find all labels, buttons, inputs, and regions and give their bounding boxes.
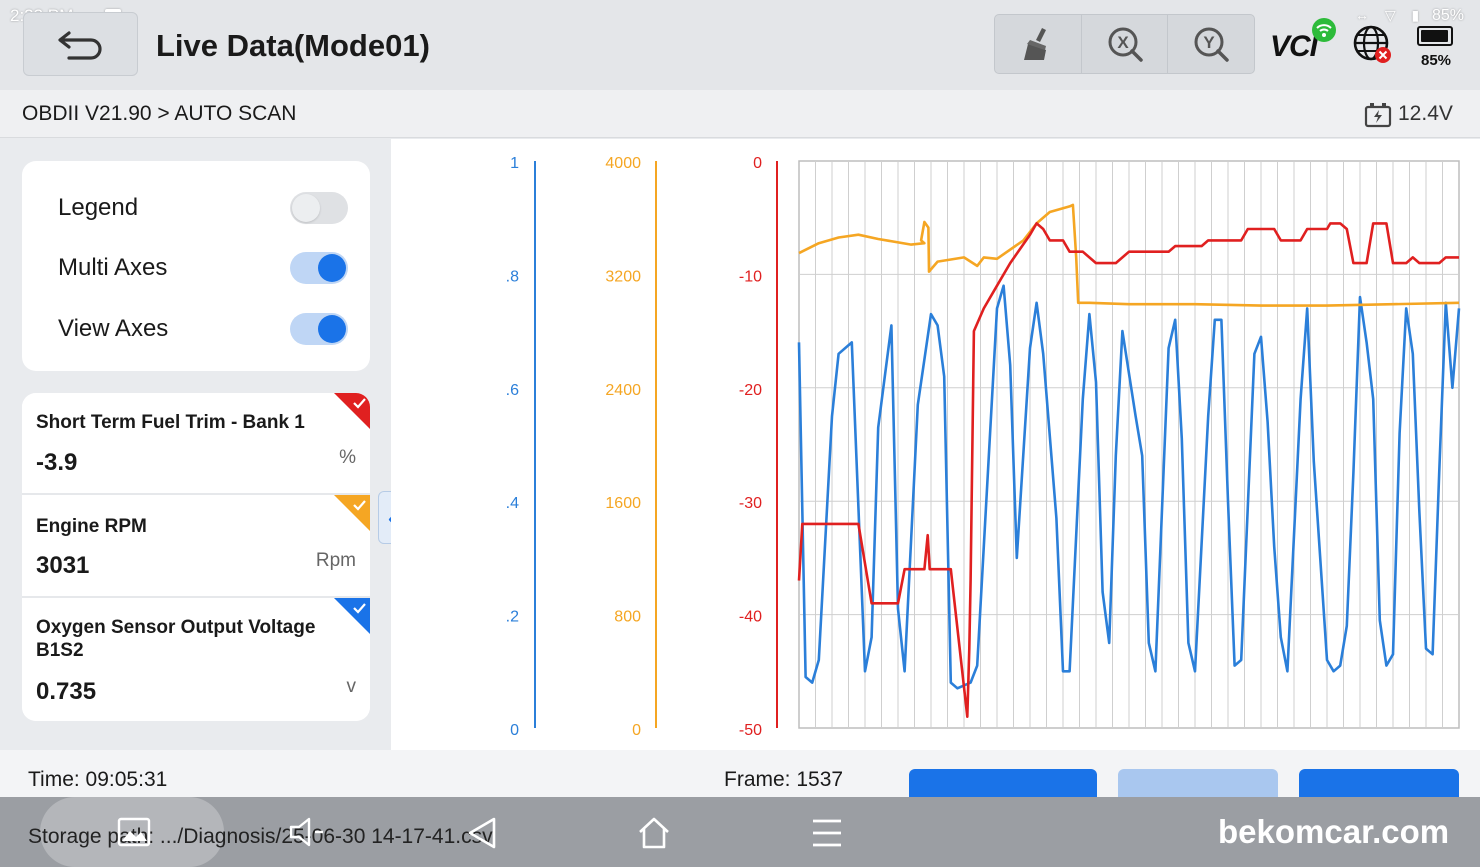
y-axis-tick-label: 4000 — [605, 155, 641, 172]
view-axes-toggle[interactable] — [290, 313, 348, 345]
y-axis-tick-label: .2 — [506, 609, 519, 626]
y-axis-tick-label: -50 — [739, 722, 762, 739]
y-axis-tick-label: -10 — [739, 268, 762, 285]
android-nav-bar: Storage path: .../Diagnosis/25-06-30 14-… — [0, 797, 1480, 867]
breadcrumb: OBDII V21.90 > AUTO SCAN — [22, 102, 297, 125]
chart-canvas[interactable]: 1 .8 .6 .4 .2 0 4000 3200 2400 1600 800 0 0 -10 -20 -30… — [391, 139, 1480, 750]
svg-text:X: X — [1117, 33, 1129, 52]
battery-voltage: 12.4V — [1398, 102, 1453, 125]
multi-axes-option: Multi Axes — [58, 248, 348, 288]
pid-list: Short Term Fuel Trim - Bank 1 -3.9 % Eng… — [22, 393, 370, 721]
series-color-check-icon — [334, 393, 370, 429]
site-watermark: bekomcar.com — [1218, 813, 1450, 850]
clear-button[interactable] — [995, 15, 1082, 73]
series-color-check-icon — [334, 598, 370, 634]
x-zoom-icon: X — [1108, 27, 1143, 62]
y-axis-tick-label: 1600 — [605, 495, 641, 512]
pid-value: 3031 — [36, 552, 90, 579]
pid-value: 0.735 — [36, 678, 97, 705]
y-zoom-icon: Y — [1194, 27, 1229, 62]
home-nav-icon[interactable] — [636, 815, 672, 851]
chart-options-card: Legend Multi Axes View Axes — [22, 161, 370, 371]
pid-name: Engine RPM — [36, 516, 147, 537]
footer-bar: Time: 09:05:31 Frame: 1537 — [0, 750, 1480, 809]
back-arrow-icon — [57, 31, 102, 60]
y-zoom-button[interactable]: Y — [1168, 15, 1254, 73]
pid-unit: Rpm — [315, 550, 356, 571]
elapsed-time: Time: 09:05:31 — [28, 768, 168, 791]
legend-option: Legend — [58, 188, 348, 228]
back-nav-icon[interactable] — [464, 815, 500, 851]
network-globe-icon[interactable] — [1352, 25, 1394, 70]
vci-wifi-icon — [1312, 18, 1336, 42]
y-axis-tick-label: 1 — [510, 155, 519, 172]
x-zoom-button[interactable]: X — [1082, 15, 1169, 73]
storage-path: Storage path: .../Diagnosis/25-06-30 14-… — [28, 825, 493, 848]
clear-brush-icon — [1023, 28, 1046, 60]
vci-connection-logo[interactable]: VCI — [1270, 30, 1318, 64]
multi-axes-label: Multi Axes — [58, 254, 168, 281]
back-button[interactable] — [23, 12, 138, 76]
top-bar: 2:23 PM Live Data(Mode01) X — [0, 0, 1480, 90]
frame-counter: Frame: 1537 — [724, 768, 844, 791]
status-battery: 85% — [1432, 7, 1465, 24]
pid-value: -3.9 — [36, 449, 78, 476]
battery-icon — [1417, 26, 1453, 46]
status-signal-icons: ↔ ▽ ▮ — [1355, 7, 1426, 23]
y-axis-tick-label: 0 — [632, 722, 641, 739]
volume-down-icon[interactable] — [287, 815, 327, 849]
battery-percent: 85% — [1421, 52, 1452, 69]
view-axes-option: View Axes — [58, 309, 348, 349]
screenshot-icon[interactable] — [116, 815, 152, 849]
y-axis-tick-label: 0 — [510, 722, 519, 739]
y-axis-tick-label: .4 — [506, 495, 519, 512]
pid-item-o2-sensor[interactable]: Oxygen Sensor Output Voltage B1S2 0.735 … — [22, 598, 370, 721]
breadcrumb-bar: OBDII V21.90 > AUTO SCAN 12.4V — [0, 90, 1480, 138]
y-axis-tick-label: 2400 — [605, 382, 641, 399]
y-axis-tick-label: 0 — [753, 155, 762, 172]
pid-item-engine-rpm[interactable]: Engine RPM 3031 Rpm — [22, 495, 370, 598]
legend-toggle[interactable] — [290, 192, 348, 224]
svg-text:Y: Y — [1204, 33, 1216, 52]
legend-label: Legend — [58, 194, 139, 221]
menu-nav-icon[interactable] — [810, 815, 844, 851]
view-axes-label: View Axes — [58, 315, 169, 342]
live-data-chart[interactable]: 1 .8 .6 .4 .2 0 4000 3200 2400 1600 800 0 0 -10 -20 -30… — [391, 139, 1480, 750]
y-axis-tick-label: 800 — [614, 609, 641, 626]
page-title: Live Data(Mode01) — [156, 28, 430, 63]
pid-name: Short Term Fuel Trim - Bank 1 — [36, 412, 305, 433]
pid-unit: v — [346, 676, 357, 697]
multi-axes-toggle[interactable] — [290, 252, 348, 284]
battery-voltage-icon — [1364, 102, 1392, 133]
y-axis-tick-label: -40 — [739, 609, 762, 626]
y-axis-tick-label: .8 — [506, 268, 519, 285]
y-axis-tick-label: -30 — [739, 495, 762, 512]
chart-tool-group: X Y — [994, 14, 1255, 74]
y-axis-tick-label: 3200 — [605, 268, 641, 285]
y-axis-tick-label: -20 — [739, 382, 762, 399]
series-color-check-icon — [334, 495, 370, 531]
pid-name: Oxygen Sensor Output Voltage B1S2 — [36, 617, 316, 661]
y-axis-tick-label: .6 — [506, 382, 519, 399]
pid-item-fuel-trim[interactable]: Short Term Fuel Trim - Bank 1 -3.9 % — [22, 393, 370, 495]
pid-unit: % — [339, 447, 356, 468]
